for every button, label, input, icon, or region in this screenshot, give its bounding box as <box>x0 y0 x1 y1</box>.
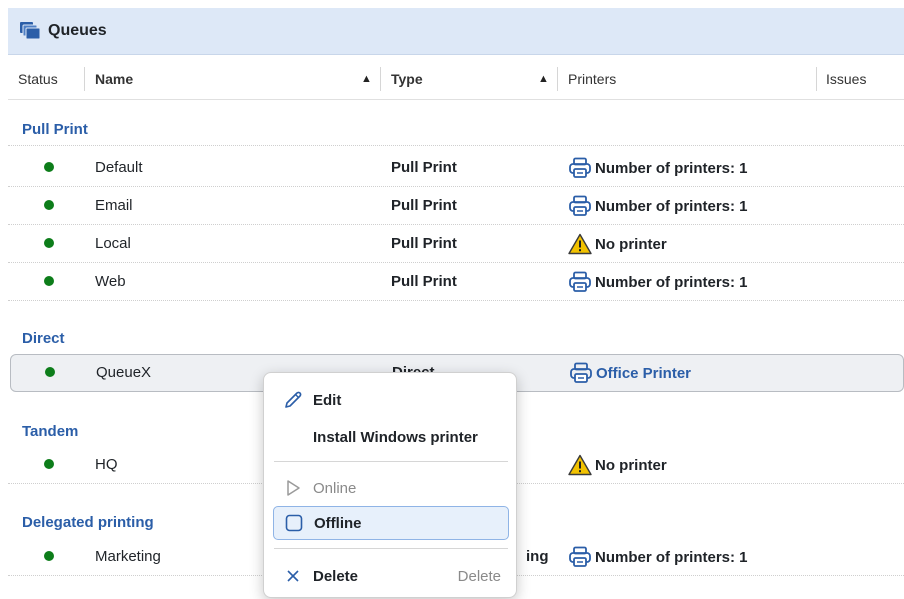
queue-name: Default <box>95 159 143 176</box>
menu-item-delete[interactable]: Delete Delete <box>273 559 509 593</box>
queue-type: Pull Print <box>391 235 457 252</box>
column-name[interactable]: Name <box>95 58 133 100</box>
queue-name: QueueX <box>96 364 152 381</box>
menu-item-delete-label: Delete <box>313 567 359 585</box>
menu-item-install-label: Install Windows printer <box>313 428 478 446</box>
queue-printers-text: Number of printers: 1 <box>595 273 748 291</box>
queue-type: Pull Print <box>391 159 457 176</box>
group-divider <box>8 145 904 146</box>
queue-printers[interactable]: Number of printers: 1 <box>568 546 748 568</box>
queue-printers-text: Number of printers: 1 <box>595 548 748 566</box>
queue-printers-text: Office Printer <box>596 364 692 382</box>
menu-item-edit[interactable]: Edit <box>273 383 509 417</box>
table-row[interactable]: Web Pull Print Number of printers: 1 <box>8 263 904 301</box>
queue-printers-text: No printer <box>595 235 667 253</box>
sort-ascending-icon[interactable]: ▲ <box>361 58 372 100</box>
queue-name: Marketing <box>95 548 161 565</box>
printer-icon <box>569 271 591 292</box>
warning-icon <box>568 233 592 255</box>
status-online-icon <box>44 459 54 469</box>
queue-printers[interactable]: No printer <box>568 454 667 476</box>
queue-type: ing <box>526 548 549 565</box>
group-header-delegated-printing[interactable]: Delegated printing <box>22 514 154 531</box>
column-issues[interactable]: Issues <box>826 58 866 100</box>
column-header: Status Name ▲ Type ▲ Printers Issues <box>8 58 904 100</box>
queue-name: HQ <box>95 456 118 473</box>
group-header-pull-print[interactable]: Pull Print <box>22 121 88 138</box>
queue-type: Pull Print <box>391 197 457 214</box>
printer-icon <box>569 195 591 216</box>
status-online-icon <box>44 162 54 172</box>
sort-ascending-icon[interactable]: ▲ <box>538 58 549 100</box>
column-divider[interactable] <box>84 67 85 91</box>
context-menu: Edit Install Windows printer Online Offl… <box>263 372 517 598</box>
status-online-icon <box>44 200 54 210</box>
page-title: Queues <box>48 22 107 39</box>
column-printers-label: Printers <box>568 71 617 87</box>
menu-item-offline-label: Offline <box>314 514 362 532</box>
play-icon <box>273 478 313 498</box>
close-icon <box>273 568 313 584</box>
queue-printers[interactable]: Office Printer <box>569 362 691 384</box>
queue-printers[interactable]: Number of printers: 1 <box>568 157 748 179</box>
column-status-label: Status <box>18 71 58 87</box>
queue-name: Local <box>95 235 131 252</box>
queues-title-bar: Queues <box>8 8 904 55</box>
queue-name: Email <box>95 197 133 214</box>
table-row[interactable]: Default Pull Print Number of printers: 1 <box>8 149 904 187</box>
group-header-tandem[interactable]: Tandem <box>22 423 78 440</box>
queue-name: Web <box>95 273 126 290</box>
warning-icon <box>568 454 592 476</box>
queue-printers[interactable]: Number of printers: 1 <box>568 271 748 293</box>
status-online-icon <box>44 551 54 561</box>
queue-type: Pull Print <box>391 273 457 290</box>
menu-divider <box>274 548 508 549</box>
menu-item-delete-shortcut: Delete <box>457 567 501 585</box>
queues-icon <box>20 22 40 40</box>
column-issues-label: Issues <box>826 71 867 87</box>
pencil-icon <box>273 389 313 411</box>
status-online-icon <box>44 238 54 248</box>
menu-item-offline[interactable]: Offline <box>273 506 509 540</box>
group-header-direct[interactable]: Direct <box>22 330 65 347</box>
printer-icon <box>569 546 591 567</box>
column-printers[interactable]: Printers <box>568 58 616 100</box>
queue-printers[interactable]: Number of printers: 1 <box>568 195 748 217</box>
column-divider[interactable] <box>816 67 817 91</box>
stop-icon <box>274 513 314 533</box>
menu-item-install-windows-printer[interactable]: Install Windows printer <box>273 420 509 454</box>
column-status[interactable]: Status <box>18 58 58 100</box>
column-divider[interactable] <box>557 67 558 91</box>
menu-item-online[interactable]: Online <box>273 471 509 505</box>
queue-printers[interactable]: No printer <box>568 233 667 255</box>
status-online-icon <box>44 276 54 286</box>
table-row[interactable]: Local Pull Print No printer <box>8 225 904 263</box>
table-row[interactable]: Email Pull Print Number of printers: 1 <box>8 187 904 225</box>
menu-item-online-label: Online <box>313 479 357 497</box>
printer-icon <box>570 362 592 383</box>
queue-printers-text: No printer <box>595 456 667 474</box>
menu-divider <box>274 461 508 462</box>
status-online-icon <box>45 367 55 377</box>
column-type[interactable]: Type <box>391 58 423 100</box>
queue-printers-text: Number of printers: 1 <box>595 159 748 177</box>
queue-printers-text: Number of printers: 1 <box>595 197 748 215</box>
column-type-label: Type <box>391 71 423 87</box>
column-name-label: Name <box>95 71 134 87</box>
menu-item-edit-label: Edit <box>313 391 342 409</box>
column-divider[interactable] <box>380 67 381 91</box>
printer-icon <box>569 157 591 178</box>
